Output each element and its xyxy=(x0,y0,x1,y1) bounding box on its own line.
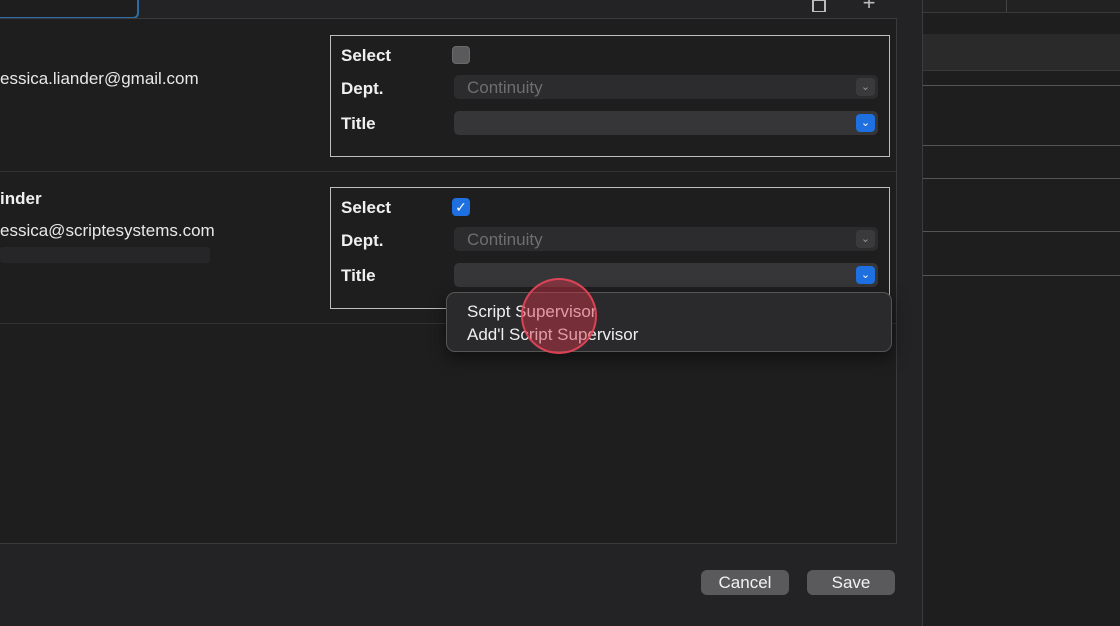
toolbar-separator xyxy=(1006,0,1007,12)
select-checkbox-checked[interactable]: ✓ xyxy=(452,198,470,216)
title-dropdown-menu: Script Supervisor Add'l Script Superviso… xyxy=(446,292,892,352)
title-select[interactable]: ⌄ xyxy=(454,111,878,135)
user-role-panel: Select ✓ Dept. Continuity ⌄ Title ⌄ xyxy=(330,187,890,309)
user-email: essica.liander@gmail.com xyxy=(0,69,199,88)
user-assignment-sheet: + essica.liander@gmail.com Select Dept. … xyxy=(0,0,923,626)
background-row-line xyxy=(920,145,1120,146)
background-row-line xyxy=(920,231,1120,232)
user-email: essica@scriptesystems.com xyxy=(0,221,215,240)
background-row-line xyxy=(920,275,1120,276)
dept-select[interactable]: Continuity ⌄ xyxy=(454,75,878,99)
click-indicator xyxy=(521,278,597,354)
dept-label: Dept. xyxy=(341,79,384,98)
row-divider xyxy=(0,171,896,172)
title-select[interactable]: ⌄ xyxy=(454,263,878,287)
title-label: Title xyxy=(341,114,376,133)
dept-label: Dept. xyxy=(341,231,384,250)
background-toolbar xyxy=(920,0,1120,13)
save-button[interactable]: Save xyxy=(807,570,895,595)
dept-value: Continuity xyxy=(467,230,543,249)
background-window xyxy=(920,0,1120,626)
add-icon[interactable]: + xyxy=(860,0,878,14)
user-list: essica.liander@gmail.com Select Dept. Co… xyxy=(0,18,897,544)
chevron-down-icon: ⌄ xyxy=(856,114,875,132)
search-field[interactable] xyxy=(0,0,139,19)
background-header-row xyxy=(920,34,1120,71)
title-label: Title xyxy=(341,266,376,285)
redacted-text xyxy=(0,247,210,263)
select-label: Select xyxy=(341,198,392,217)
select-label: Select xyxy=(341,46,392,65)
user-role-panel: Select Dept. Continuity ⌄ Title ⌄ xyxy=(330,35,890,157)
chevron-down-icon: ⌄ xyxy=(856,230,875,248)
background-row-line xyxy=(920,85,1120,86)
user-name: inder xyxy=(0,189,42,208)
dept-select[interactable]: Continuity ⌄ xyxy=(454,227,878,251)
cancel-button[interactable]: Cancel xyxy=(701,570,789,595)
checkmark-icon: ✓ xyxy=(455,199,467,215)
chevron-down-icon: ⌄ xyxy=(856,78,875,96)
select-checkbox[interactable] xyxy=(452,46,470,64)
dept-value: Continuity xyxy=(467,78,543,97)
chevron-down-icon: ⌄ xyxy=(856,266,875,284)
delete-icon-glyph xyxy=(812,0,826,13)
delete-icon[interactable] xyxy=(810,0,828,13)
background-row-line xyxy=(920,178,1120,179)
